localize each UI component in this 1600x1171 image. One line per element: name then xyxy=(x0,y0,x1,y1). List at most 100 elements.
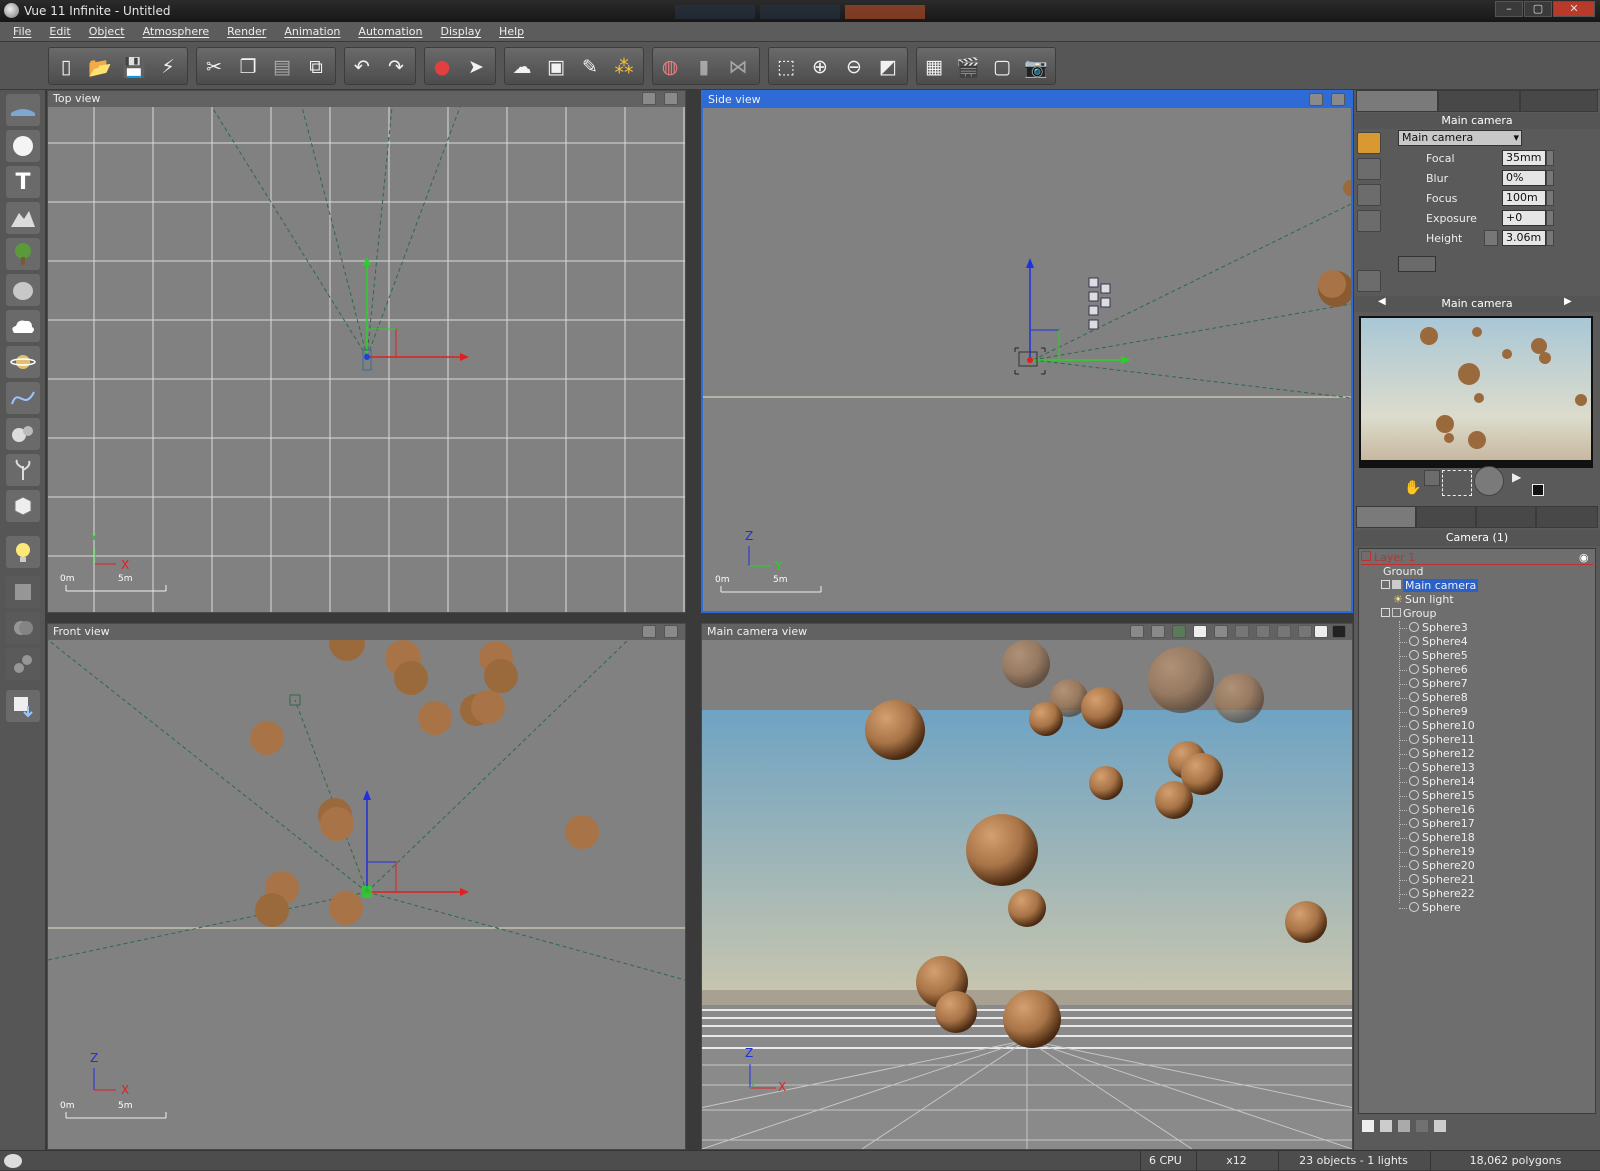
blur-input[interactable]: 0% xyxy=(1502,170,1546,186)
hierarchy-icon[interactable] xyxy=(1434,1120,1446,1132)
planet-icon[interactable] xyxy=(6,346,40,378)
box-icon[interactable] xyxy=(1357,270,1381,292)
menu-render[interactable]: Render xyxy=(218,22,275,42)
boolean-icon[interactable] xyxy=(6,612,40,644)
tree-item-sphere[interactable]: Sphere10 xyxy=(1399,719,1475,733)
tree-item-sphere[interactable]: Sphere21 xyxy=(1399,873,1475,887)
compare-icon[interactable] xyxy=(1277,625,1291,638)
undo-icon[interactable]: ↶ xyxy=(347,52,377,82)
animation-clapper-icon[interactable]: 🎬 xyxy=(953,52,983,82)
color-dots-icon[interactable]: ⁂ xyxy=(609,52,639,82)
render-preview-icon[interactable]: ▦ xyxy=(919,52,949,82)
focal-input[interactable]: 35mm xyxy=(1502,150,1546,166)
mirror-icon[interactable]: ⋈ xyxy=(723,52,753,82)
menu-edit[interactable]: Edit xyxy=(40,22,79,42)
tree-item-main-camera[interactable]: Main camera xyxy=(1381,579,1479,593)
group-icon[interactable] xyxy=(6,576,40,608)
cut-icon[interactable]: ✂ xyxy=(199,52,229,82)
preview-next-icon[interactable]: ▶ xyxy=(1564,296,1572,307)
tree-item-ground[interactable]: Ground xyxy=(1383,565,1423,579)
camera-render-icon[interactable]: 📷 xyxy=(1021,52,1051,82)
text-icon[interactable]: T xyxy=(6,166,40,198)
copy-icon[interactable]: ❐ xyxy=(233,52,263,82)
tree-item-sphere[interactable]: Sphere9 xyxy=(1399,705,1468,719)
paste-icon[interactable]: ▤ xyxy=(267,52,297,82)
save-render-icon[interactable] xyxy=(1332,625,1346,638)
delete-icon[interactable] xyxy=(1380,1120,1392,1132)
exposure-spinner[interactable] xyxy=(1546,210,1554,226)
material-brush-icon[interactable]: ✎ xyxy=(575,52,605,82)
render-settings-icon[interactable] xyxy=(1151,625,1165,638)
prev-arrow-icon[interactable] xyxy=(1256,625,1270,638)
minimize-button[interactable]: – xyxy=(1495,1,1523,17)
expand-icon[interactable] xyxy=(1381,580,1390,589)
tab-library-icon[interactable] xyxy=(1476,506,1536,528)
open-folder-icon[interactable]: 📂 xyxy=(85,52,115,82)
menu-automation[interactable]: Automation xyxy=(349,22,431,42)
tab-objects-icon[interactable] xyxy=(1356,506,1416,528)
tree-item-sphere[interactable]: Sphere18 xyxy=(1399,831,1475,845)
snapshot-icon[interactable] xyxy=(1235,625,1249,638)
move-icon[interactable] xyxy=(1424,470,1440,486)
record-icon[interactable]: ● xyxy=(427,52,457,82)
plant-icon[interactable] xyxy=(6,454,40,486)
eye-icon[interactable]: ◉ xyxy=(1579,551,1589,564)
camera-viewport[interactable]: Main camera view Z X xyxy=(701,623,1353,1150)
next-arrow-icon[interactable] xyxy=(1298,625,1312,638)
display-mode-icon[interactable] xyxy=(1172,625,1186,638)
preview-prev-icon[interactable]: ◀ xyxy=(1378,296,1386,307)
tree-item-sphere[interactable]: Sphere4 xyxy=(1399,635,1468,649)
light-bulb-icon[interactable] xyxy=(6,536,40,568)
select-icon[interactable]: ➤ xyxy=(461,52,491,82)
tab-aspect-brush-icon[interactable] xyxy=(1356,90,1438,112)
path-curve-icon[interactable] xyxy=(6,382,40,414)
zoom-region-icon[interactable]: ⬚ xyxy=(771,52,801,82)
align-icon[interactable]: ▮ xyxy=(689,52,719,82)
render-area-icon[interactable]: ▢ xyxy=(987,52,1017,82)
duplicate-icon[interactable]: ⧉ xyxy=(301,52,331,82)
globe-icon[interactable]: ◍ xyxy=(655,52,685,82)
rocks-scatter-icon[interactable] xyxy=(6,418,40,450)
camera-active-icon[interactable] xyxy=(1357,132,1381,154)
height-spinner[interactable] xyxy=(1546,230,1554,246)
stop-icon[interactable] xyxy=(1532,484,1544,496)
height-input[interactable]: 3.06m xyxy=(1502,230,1546,246)
object-box-icon[interactable]: ▣ xyxy=(541,52,571,82)
quick-render-icon[interactable]: ⚡ xyxy=(153,52,183,82)
side-viewport[interactable]: Side view Z Y 0m 5m xyxy=(701,90,1353,613)
camera-selector-dropdown[interactable]: Main camera ▾ xyxy=(1398,130,1522,146)
tree-item-sphere[interactable]: Sphere17 xyxy=(1399,817,1475,831)
camera-settings-icon[interactable] xyxy=(1357,210,1381,232)
redo-icon[interactable]: ↷ xyxy=(381,52,411,82)
menu-display[interactable]: Display xyxy=(432,22,491,42)
tree-item-sphere[interactable]: Sphere13 xyxy=(1399,761,1475,775)
import-object-icon[interactable] xyxy=(6,690,40,722)
collapse-icon[interactable] xyxy=(1381,608,1390,617)
front-viewport[interactable]: Front view Z X 0m 5m xyxy=(47,623,686,1150)
save-icon[interactable]: 💾 xyxy=(119,52,149,82)
tree-item-sphere[interactable]: Sphere5 xyxy=(1399,649,1468,663)
lock-icon[interactable] xyxy=(1484,230,1498,246)
maximize-button[interactable]: ▢ xyxy=(1524,1,1552,17)
menu-object[interactable]: Object xyxy=(80,22,134,42)
viewport-maximize-icon[interactable] xyxy=(664,625,678,638)
tree-item-sphere[interactable]: Sphere20 xyxy=(1399,859,1475,873)
tree-item-sphere[interactable]: Sphere7 xyxy=(1399,677,1468,691)
viewport-options-icon[interactable] xyxy=(642,92,656,105)
target-icon[interactable] xyxy=(1357,184,1381,206)
tree-item-sun-light[interactable]: ☀ Sun light xyxy=(1393,593,1454,607)
tree-item-sphere[interactable]: Sphere3 xyxy=(1399,621,1468,635)
rotate-camera-icon[interactable] xyxy=(1474,466,1504,496)
sphere-icon[interactable] xyxy=(6,130,40,162)
zoom-z-icon[interactable] xyxy=(1214,625,1228,638)
tree-item-sphere[interactable]: Sphere8 xyxy=(1399,691,1468,705)
zoom-out-icon[interactable]: ⊖ xyxy=(839,52,869,82)
move-up-icon[interactable] xyxy=(1416,1120,1428,1132)
play-icon[interactable]: ▶ xyxy=(1512,470,1528,486)
viewport-options-icon[interactable] xyxy=(1309,93,1323,106)
contrast-icon[interactable] xyxy=(1314,625,1328,638)
menu-help[interactable]: Help xyxy=(490,22,533,42)
tree-item-sphere[interactable]: Sphere14 xyxy=(1399,775,1475,789)
viewport-options-icon[interactable] xyxy=(1130,625,1144,638)
tree-icon[interactable] xyxy=(6,238,40,270)
